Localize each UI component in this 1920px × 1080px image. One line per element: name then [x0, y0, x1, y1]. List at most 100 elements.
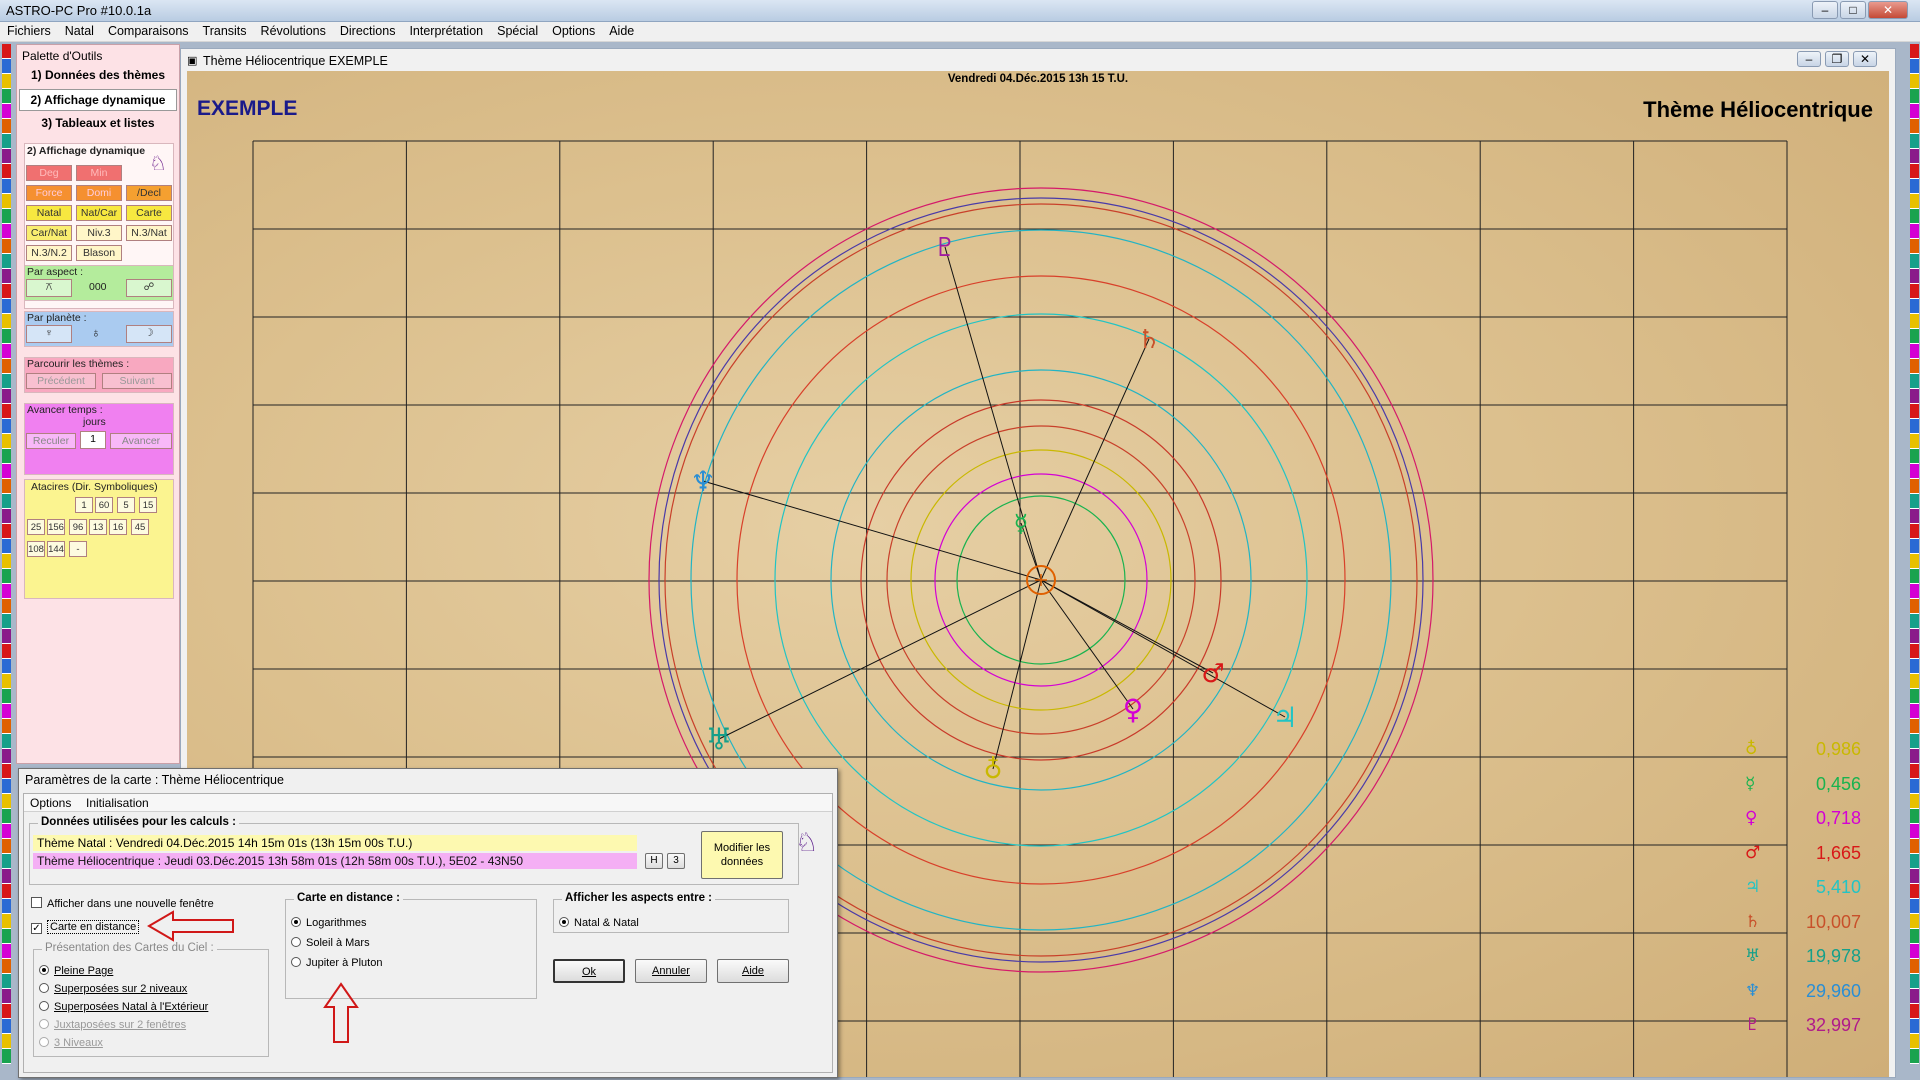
menu-directions[interactable]: Directions: [333, 22, 403, 40]
minimize-button[interactable]: –: [1812, 1, 1838, 19]
stripe-cell: [2, 749, 11, 764]
maximize-button[interactable]: □: [1840, 1, 1866, 19]
deg-button[interactable]: Deg: [26, 165, 72, 181]
stripe-cell: [2, 644, 11, 659]
stripe-cell: [2, 209, 11, 224]
trois-niveaux-radio[interactable]: 3 Niveaux: [39, 1037, 103, 1049]
natcar-button[interactable]: Nat/Car: [76, 205, 122, 221]
h-button[interactable]: H: [645, 853, 663, 869]
stripe-cell: [2, 629, 11, 644]
aide-button[interactable]: Aide: [717, 959, 789, 983]
menu-interpretation[interactable]: Interprétation: [402, 22, 490, 40]
carte-button[interactable]: Carte: [126, 205, 172, 221]
ok-button[interactable]: Ok: [553, 959, 625, 983]
atacires-value-button[interactable]: 108: [27, 541, 45, 557]
chart-minimize-button[interactable]: –: [1797, 51, 1821, 67]
modifier-donnees-button[interactable]: Modifier les données: [701, 831, 783, 879]
reculer-button[interactable]: Reculer: [26, 433, 76, 449]
atacires-value-button[interactable]: 96: [69, 519, 87, 535]
menu-aide[interactable]: Aide: [602, 22, 641, 40]
stripe-cell: [2, 179, 11, 194]
soleil-mars-radio[interactable]: Soleil à Mars: [291, 937, 370, 949]
menu-revolutions[interactable]: Révolutions: [254, 22, 333, 40]
avancer-button[interactable]: Avancer: [110, 433, 172, 449]
atacires-value-button[interactable]: 144: [47, 541, 65, 557]
pleine-page-radio[interactable]: Pleine Page: [39, 965, 113, 977]
atacires-value-button[interactable]: 156: [47, 519, 65, 535]
stripe-cell: [1910, 689, 1919, 704]
atacires-value-button[interactable]: 25: [27, 519, 45, 535]
n3n2-button[interactable]: N.3/N.2: [26, 245, 72, 261]
menu-comparaisons[interactable]: Comparaisons: [101, 22, 196, 40]
stripe-cell: [2, 89, 11, 104]
menu-options[interactable]: Options: [545, 22, 602, 40]
level-3-button[interactable]: 3: [667, 853, 685, 869]
distance-value: 0,986: [1815, 739, 1861, 759]
n3nat-button[interactable]: N.3/Nat: [126, 225, 172, 241]
logarithmes-radio[interactable]: Logarithmes: [291, 917, 367, 929]
stripe-cell: [2, 704, 11, 719]
chart-restore-button[interactable]: ❐: [1825, 51, 1849, 67]
planet-prev-button[interactable]: ♆: [26, 325, 72, 343]
dialog-menu-options[interactable]: Options: [30, 796, 71, 810]
jupiter-pluton-radio[interactable]: Jupiter à Pluton: [291, 957, 382, 969]
atacires-value-button[interactable]: 15: [139, 497, 157, 513]
juxtaposees-radio[interactable]: Juxtaposées sur 2 fenêtres: [39, 1019, 186, 1031]
color-stripe-left: [2, 44, 11, 1080]
force-button[interactable]: Force: [26, 185, 72, 201]
dialog-menu-initialisation[interactable]: Initialisation: [86, 796, 149, 810]
planet-glyph-icon: ♂: [1201, 659, 1224, 689]
stripe-cell: [2, 479, 11, 494]
atacires-value-button[interactable]: 5: [117, 497, 135, 513]
atacires-value-button[interactable]: 1: [75, 497, 93, 513]
superposees-natal-exterieur-radio[interactable]: Superposées Natal à l'Extérieur: [39, 1001, 208, 1013]
atacires-value-button[interactable]: 45: [131, 519, 149, 535]
atacires-value-button[interactable]: 16: [109, 519, 127, 535]
distance-value: 19,978: [1805, 946, 1861, 966]
carte-distance-box[interactable]: ✓: [31, 923, 42, 934]
stripe-cell: [1910, 269, 1919, 284]
niv3-button[interactable]: Niv.3: [76, 225, 122, 241]
precedent-button[interactable]: Précédent: [26, 373, 96, 389]
suivant-button[interactable]: Suivant: [102, 373, 172, 389]
helio-theme-line: Thème Héliocentrique : Jeudi 03.Déc.2015…: [33, 853, 637, 869]
atacires-value-button[interactable]: -: [69, 541, 87, 557]
stripe-cell: [1910, 194, 1919, 209]
tab-donnees-themes[interactable]: 1) Données des thèmes: [19, 65, 177, 87]
aspect-next-button[interactable]: ☍: [126, 279, 172, 297]
aspects-label: Afficher les aspects entre :: [562, 892, 716, 904]
menu-transits[interactable]: Transits: [196, 22, 254, 40]
planet-next-button[interactable]: ☽: [126, 325, 172, 343]
atacires-value-button[interactable]: 60: [95, 497, 113, 513]
aspect-prev-button[interactable]: ⚻: [26, 279, 72, 297]
blason-button[interactable]: Blason: [76, 245, 122, 261]
stripe-cell: [1910, 404, 1919, 419]
chart-close-button[interactable]: ✕: [1853, 51, 1877, 67]
natal-natal-radio[interactable]: Natal & Natal: [559, 917, 639, 929]
annuler-button[interactable]: Annuler: [635, 959, 707, 983]
domi-button[interactable]: Domi: [76, 185, 122, 201]
stripe-cell: [1910, 479, 1919, 494]
menu-natal[interactable]: Natal: [58, 22, 101, 40]
days-input[interactable]: 1: [80, 431, 106, 449]
min-button[interactable]: Min: [76, 165, 122, 181]
distance-planet-icon: ☿: [1745, 773, 1756, 794]
superposees-2-niveaux-radio[interactable]: Superposées sur 2 niveaux: [39, 983, 187, 995]
carnat-button[interactable]: Car/Nat: [26, 225, 72, 241]
stripe-cell: [2, 314, 11, 329]
carte-distance-group-label: Carte en distance :: [294, 892, 403, 904]
atacires-value-button[interactable]: 13: [89, 519, 107, 535]
carte-distance-checkbox[interactable]: ✓ Carte en distance: [31, 920, 140, 934]
current-planet-icon: ♁: [91, 325, 101, 340]
menu-fichiers[interactable]: Fichiers: [0, 22, 58, 40]
menu-special[interactable]: Spécial: [490, 22, 545, 40]
stripe-cell: [1910, 839, 1919, 854]
stripe-cell: [1910, 254, 1919, 269]
tab-affichage-dynamique[interactable]: 2) Affichage dynamique: [19, 89, 177, 111]
new-window-box[interactable]: [31, 897, 42, 908]
natal-button[interactable]: Natal: [26, 205, 72, 221]
window-icon: ▣: [187, 55, 198, 67]
close-button[interactable]: ✕: [1868, 1, 1908, 19]
decl-button[interactable]: /Decl: [126, 185, 172, 201]
tab-tableaux-listes[interactable]: 3) Tableaux et listes: [19, 113, 177, 135]
